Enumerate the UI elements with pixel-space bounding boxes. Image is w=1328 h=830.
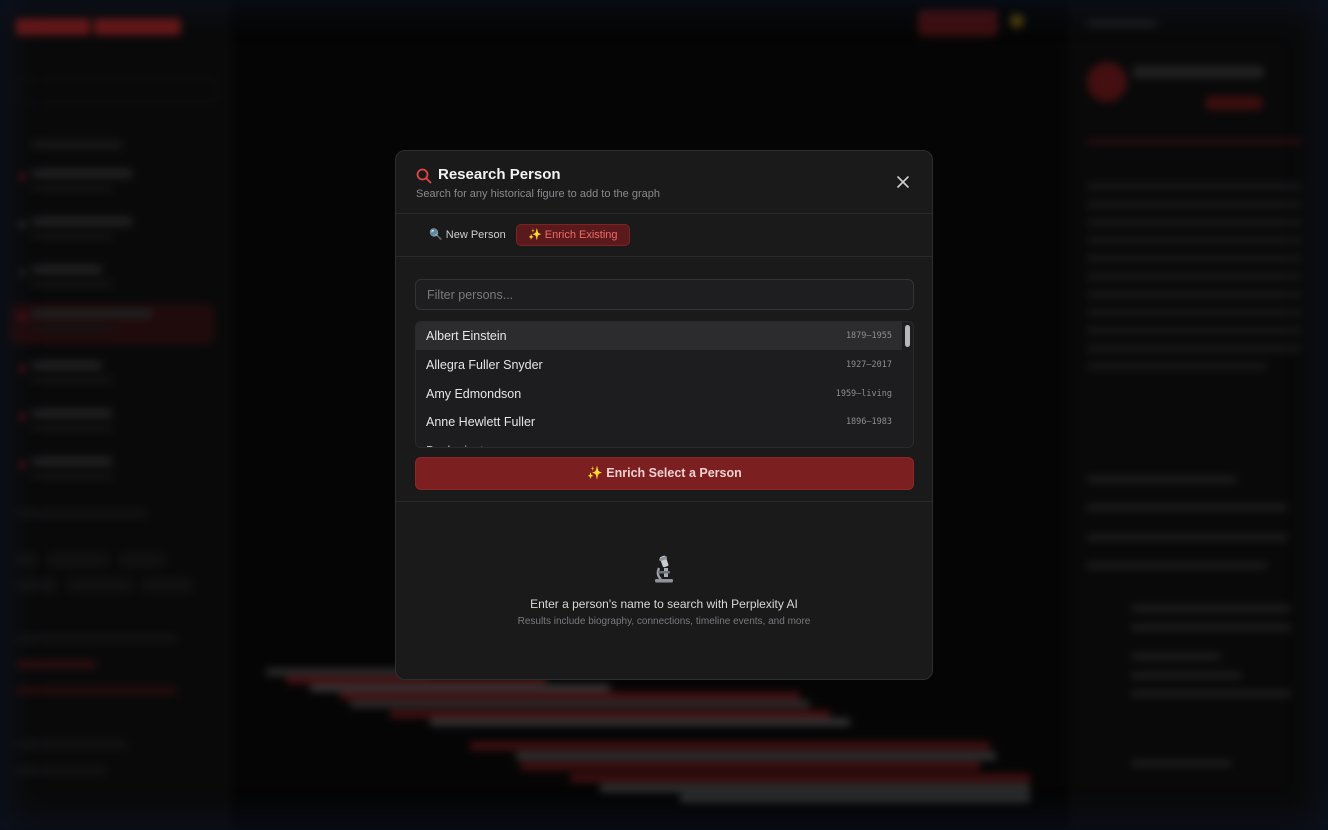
mode-tabs: 🔍 New Person ✨ Enrich Existing (396, 214, 932, 257)
modal-subtitle: Search for any historical figure to add … (416, 188, 660, 200)
list-item[interactable]: Anne Hewlett Fuller 1896–1983 (416, 408, 902, 436)
sparkles-icon: ✨ (528, 229, 542, 241)
person-name: Albert Einstein (426, 329, 507, 343)
filter-persons-input[interactable] (415, 279, 914, 310)
person-dates: 1927–2017 (845, 360, 892, 370)
list-item[interactable]: Amy Edmondson 1959–living (416, 380, 902, 408)
empty-state-subtitle: Results include biography, connections, … (517, 616, 811, 627)
list-item[interactable]: Albert Einstein 1879–1955 (416, 322, 902, 350)
divider (396, 501, 932, 502)
tab-new-person[interactable]: 🔍 New Person (418, 224, 517, 246)
person-dates: 1896–1983 (845, 417, 892, 427)
person-dates: 1879–1955 (845, 331, 892, 341)
search-icon (416, 168, 432, 184)
magnifier-icon: 🔍 (429, 229, 443, 241)
tab-label: New Person (445, 229, 506, 241)
tab-enrich-existing[interactable]: ✨ Enrich Existing (516, 224, 630, 246)
close-icon[interactable] (894, 173, 912, 191)
person-name: Amy Edmondson (426, 387, 522, 401)
empty-state-title: Enter a person's name to search with Per… (530, 597, 798, 611)
person-name: Anne Hewlett Fuller (426, 415, 536, 429)
tab-label: Enrich Existing (544, 229, 618, 241)
person-name: Allegra Fuller Snyder (426, 358, 543, 372)
modal-header: Research Person Search for any historica… (396, 151, 932, 214)
list-scrollbar[interactable] (905, 325, 910, 347)
person-list[interactable]: Albert Einstein 1879–1955 Allegra Fuller… (415, 321, 914, 448)
list-item-partial[interactable]: B​u​c​k​m​i​n​s​t​e​r (416, 437, 902, 447)
person-name-partial: B​u​c​k​m​i​n​s​t​e​r (426, 444, 495, 447)
microscope-icon (655, 555, 673, 583)
enrich-button[interactable]: ✨ Enrich Select a Person (415, 457, 914, 490)
list-item[interactable]: Allegra Fuller Snyder 1927–2017 (416, 351, 902, 379)
research-person-modal: Research Person Search for any historica… (395, 150, 933, 680)
person-dates: 1959–living (835, 389, 892, 399)
modal-title: Research Person (438, 166, 561, 183)
